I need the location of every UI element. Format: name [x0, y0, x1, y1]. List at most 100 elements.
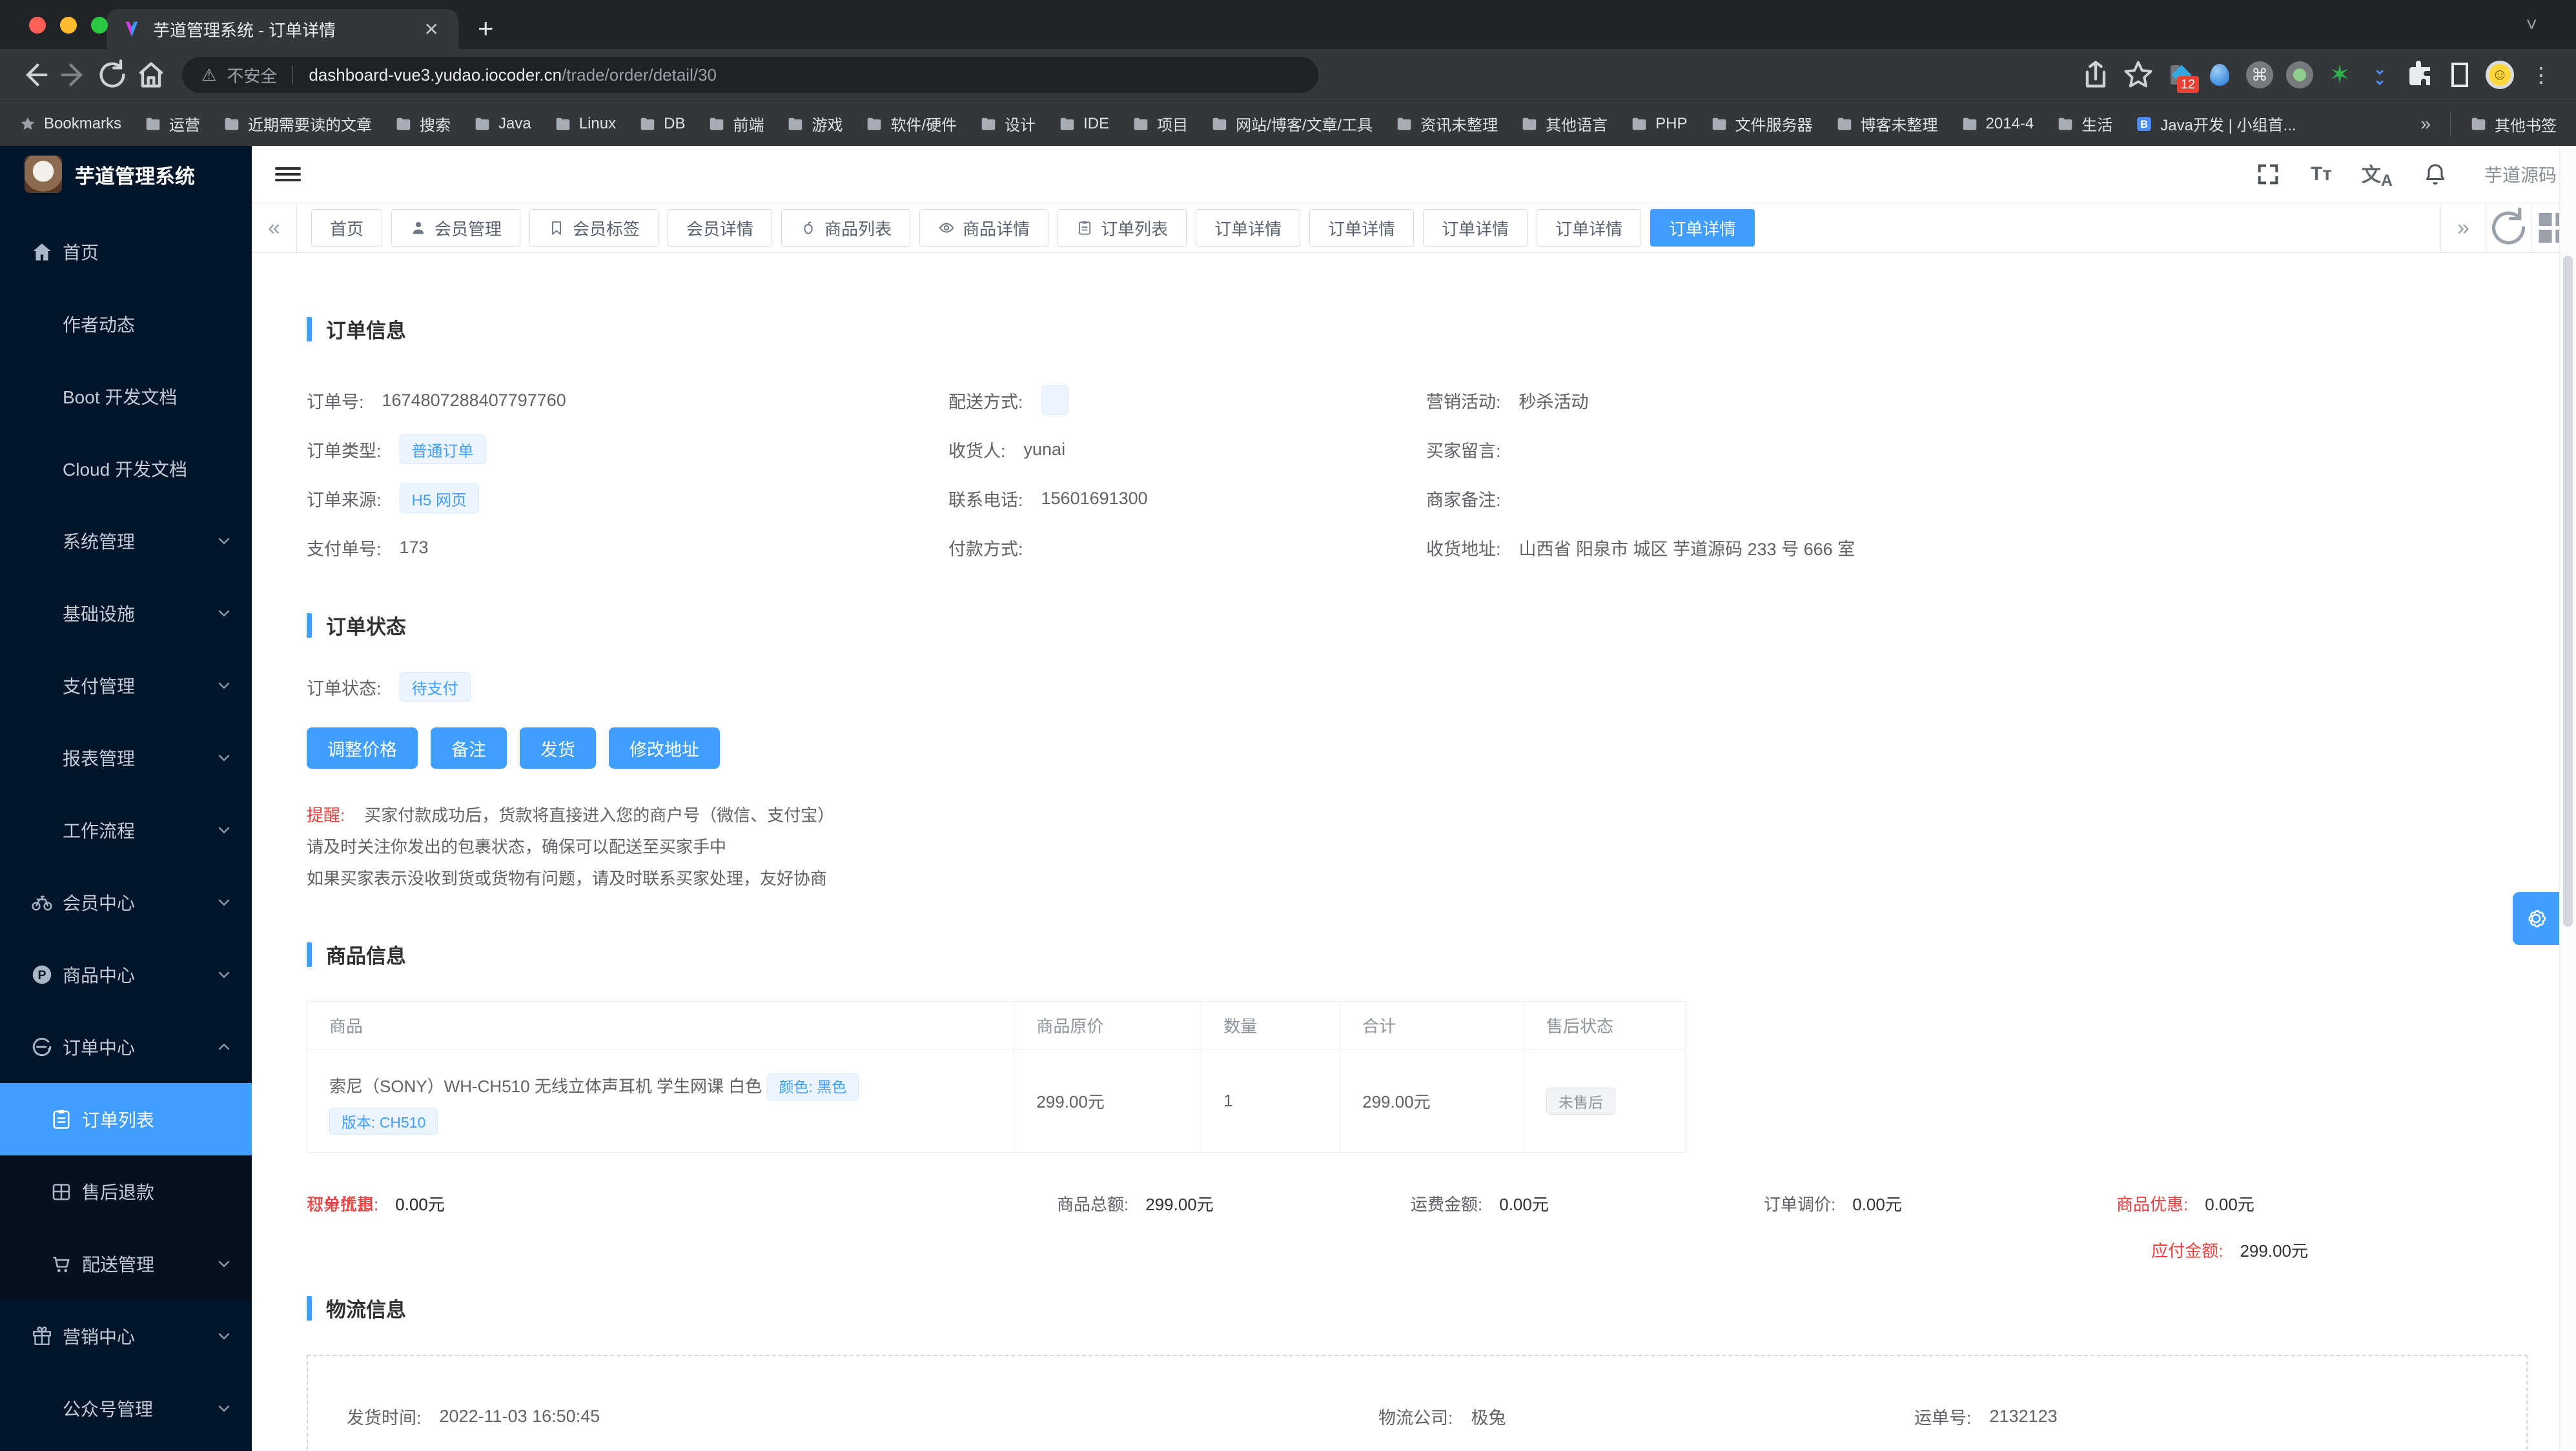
sidebar-item[interactable]: 系统管理 — [0, 505, 252, 577]
sidebar-item[interactable]: 配送管理 — [0, 1228, 252, 1300]
security-warning-icon[interactable]: ⚠ — [201, 65, 216, 85]
extension-green-star-icon[interactable]: ✶ — [2324, 59, 2355, 90]
language-icon[interactable]: 文A — [2362, 159, 2393, 190]
bookmark-item[interactable]: 搜索 — [395, 112, 451, 135]
forward-icon[interactable] — [57, 58, 90, 92]
extensions-puzzle-icon[interactable] — [2404, 59, 2435, 90]
fullscreen-icon[interactable] — [2255, 161, 2281, 187]
profile-avatar[interactable]: ☺ — [2484, 59, 2515, 90]
other-bookmarks-folder[interactable]: 其他书签 — [2470, 113, 2557, 136]
bookmark-item[interactable]: 文件服务器 — [1711, 112, 1813, 135]
notification-bell-icon[interactable] — [2422, 161, 2448, 187]
sidebar-item[interactable]: Cloud 开发文档 — [0, 432, 252, 505]
sidebar-item[interactable]: P 商品中心 — [0, 939, 252, 1011]
sidebar-item[interactable]: 作者动态 — [0, 288, 252, 360]
sidebar-item-label: Boot 开发文档 — [63, 387, 178, 407]
sidebar-item[interactable]: 售后退款 — [0, 1155, 252, 1228]
view-tab[interactable]: 会员管理 — [391, 209, 521, 247]
bookmark-item[interactable]: 前端 — [708, 112, 764, 135]
tabs-refresh-icon[interactable] — [2486, 203, 2531, 252]
sidebar-item[interactable]: 工作流程 — [0, 794, 252, 866]
extension-record-icon[interactable] — [2284, 59, 2315, 90]
view-tab[interactable]: 订单列表 — [1058, 209, 1187, 247]
collapse-sidebar-icon[interactable] — [275, 163, 301, 185]
bookmark-item[interactable]: 项目 — [1132, 112, 1188, 135]
sidebar-item[interactable]: 基础设施 — [0, 577, 252, 649]
tab-close-icon[interactable]: ✕ — [420, 19, 443, 40]
bookmark-item[interactable]: 软件/硬件 — [866, 112, 957, 135]
sidebar-item[interactable]: Boot 开发文档 — [0, 360, 252, 432]
view-tab[interactable]: 订单详情 — [1196, 209, 1301, 247]
extension-balloon-icon[interactable] — [2204, 59, 2235, 90]
sidebar-item[interactable]: 会员中心 — [0, 866, 252, 939]
view-tab[interactable]: 商品列表 — [781, 209, 911, 247]
bookmark-star-icon[interactable] — [2121, 58, 2155, 92]
bookmark-item[interactable]: Bookmarks — [19, 115, 121, 133]
sidebar-item[interactable]: 营销中心 — [0, 1300, 252, 1372]
view-tab[interactable]: 订单详情 — [1650, 209, 1755, 247]
bookmark-item[interactable]: 2014-4 — [1961, 115, 2034, 133]
view-tab[interactable]: 会员标签 — [529, 209, 659, 247]
minimize-window-button[interactable] — [60, 17, 77, 34]
reload-icon[interactable] — [96, 58, 129, 92]
font-size-icon[interactable]: Tᴛ — [2311, 163, 2332, 185]
tab-search-chevron-icon[interactable]: ˅ — [2526, 14, 2537, 36]
order-action-button[interactable]: 调整价格 — [307, 727, 418, 769]
sidebar-item[interactable]: 公众号管理 — [0, 1372, 252, 1445]
extension-boxes-icon[interactable]: 12 — [2164, 59, 2199, 93]
bookmark-item[interactable]: 设计 — [980, 112, 1036, 135]
bookmark-item[interactable]: IDE — [1059, 115, 1109, 133]
browser-tab-strip: 芋道管理系统 - 订单详情 ✕ + ˅ — [0, 0, 2576, 49]
tabs-scroll-right-icon[interactable]: » — [2440, 203, 2486, 252]
bookmark-item[interactable]: 其他语言 — [1521, 112, 1608, 135]
app-logo[interactable]: 芋道管理系统 — [0, 146, 252, 203]
order-action-button[interactable]: 备注 — [431, 727, 507, 769]
bookmark-item[interactable]: Java — [474, 115, 531, 133]
bookmark-item[interactable]: 网站/博客/文章/工具 — [1211, 112, 1373, 135]
sidebar-item[interactable]: 报表管理 — [0, 722, 252, 794]
sidebar-item-label: 订单列表 — [82, 1110, 155, 1130]
view-tab[interactable]: 商品详情 — [919, 209, 1049, 247]
bookmark-item[interactable]: 资讯未整理 — [1396, 112, 1498, 135]
bookmark-item[interactable]: B Java开发 | 小组首... — [2136, 112, 2296, 135]
view-tab[interactable]: 订单详情 — [1537, 209, 1642, 247]
bookmark-item[interactable]: PHP — [1631, 115, 1688, 133]
bookmark-item[interactable]: 近期需要读的文章 — [223, 112, 372, 135]
close-window-button[interactable] — [29, 17, 46, 34]
browser-tab[interactable]: 芋道管理系统 - 订单详情 ✕ — [107, 9, 458, 49]
tabs-scroll-left-icon[interactable]: « — [252, 203, 297, 252]
address-bar[interactable]: ⚠ 不安全 dashboard-vue3.yudao.iocoder.cn/tr… — [182, 57, 1318, 93]
order-status-tag: 待支付 — [399, 672, 471, 702]
bookmark-item[interactable]: Linux — [555, 115, 616, 133]
order-action-button[interactable]: 发货 — [520, 727, 596, 769]
settings-gear-button[interactable] — [2513, 892, 2559, 945]
back-icon[interactable] — [18, 58, 52, 92]
view-tab[interactable]: 会员详情 — [668, 209, 773, 247]
home-icon[interactable] — [134, 58, 168, 92]
order-action-button[interactable]: 修改地址 — [609, 727, 720, 769]
current-user[interactable]: 芋道源码 — [2484, 161, 2557, 187]
share-icon[interactable] — [2079, 58, 2112, 92]
bookmark-item[interactable]: DB — [639, 115, 685, 133]
new-tab-button[interactable]: + — [478, 13, 494, 44]
bookmark-item[interactable]: 生活 — [2057, 112, 2112, 135]
bookmark-item[interactable]: 游戏 — [787, 112, 843, 135]
bookmark-item[interactable]: 博客未整理 — [1836, 112, 1938, 135]
bookmark-item[interactable]: 运营 — [145, 112, 200, 135]
page-scrollbar[interactable] — [2559, 146, 2576, 1451]
view-tab[interactable]: 订单详情 — [1309, 209, 1415, 247]
bookmarks-overflow-chevron[interactable]: » — [2420, 114, 2431, 134]
browser-menu-icon[interactable]: ⋮ — [2524, 63, 2558, 87]
maximize-window-button[interactable] — [91, 17, 108, 34]
sidebar-item[interactable]: 首页 — [0, 216, 252, 288]
view-tab[interactable]: 订单详情 — [1423, 209, 1528, 247]
extension-chevrons-icon[interactable]: ⌄ ⌄ — [2364, 59, 2395, 90]
sidebar-item[interactable]: 支付管理 — [0, 649, 252, 722]
sidebar-item[interactable]: 订单中心 — [0, 1011, 252, 1083]
extension-command-icon[interactable]: ⌘ — [2244, 59, 2275, 90]
extension-reader-icon[interactable] — [2444, 59, 2475, 90]
sidebar-item[interactable]: 订单列表 — [0, 1083, 252, 1155]
scrollbar-thumb[interactable] — [2563, 256, 2573, 927]
view-tab[interactable]: 首页 — [311, 209, 383, 247]
url-text[interactable]: dashboard-vue3.yudao.iocoder.cn/trade/or… — [309, 65, 717, 85]
